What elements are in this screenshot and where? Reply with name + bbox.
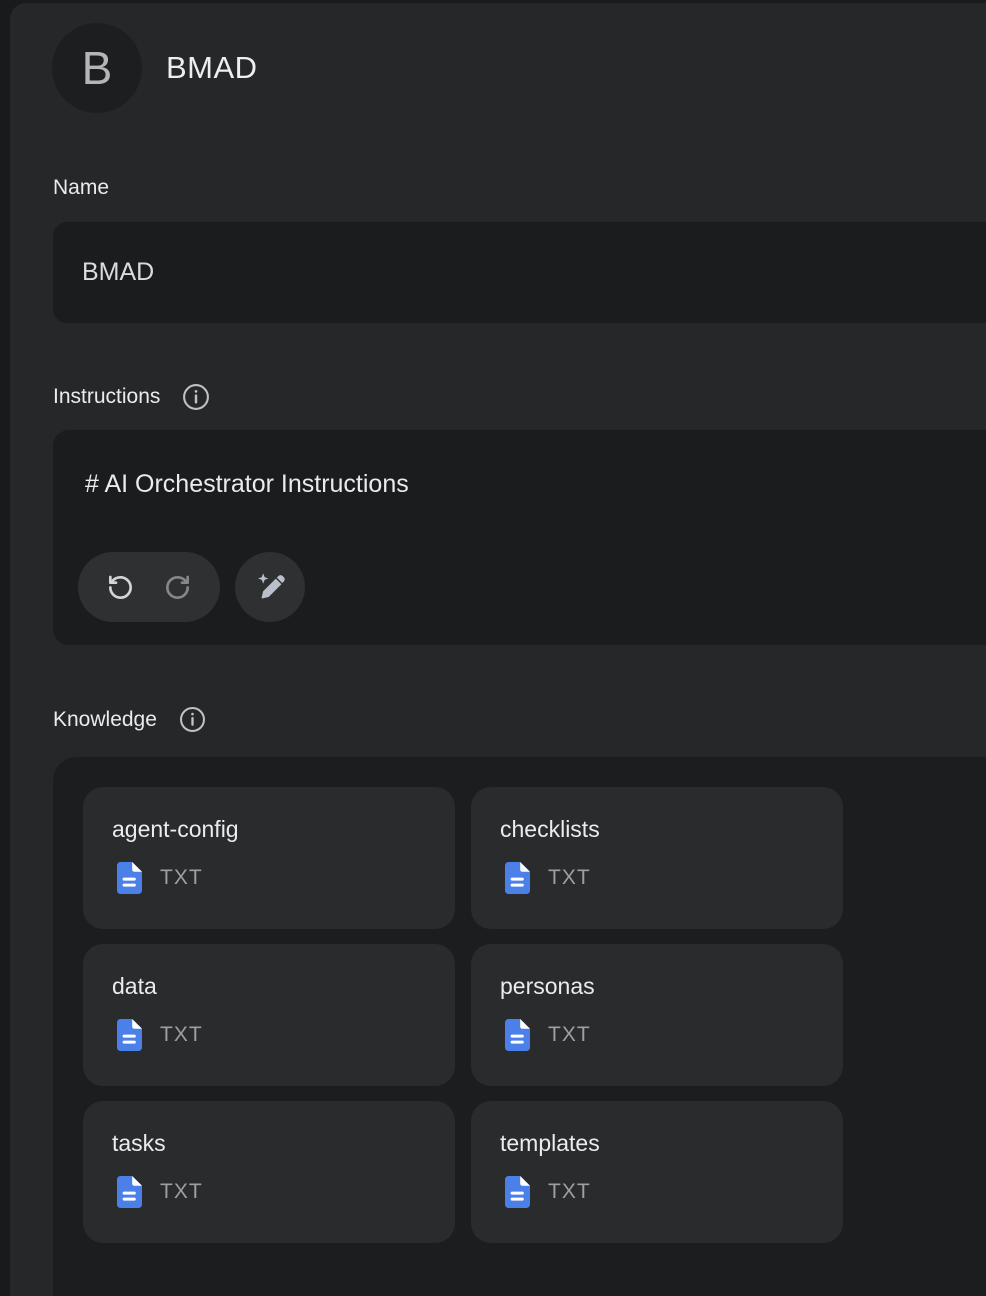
- file-card[interactable]: personas TXT: [471, 944, 843, 1086]
- file-name: templates: [500, 1130, 819, 1157]
- name-label-row: Name: [53, 176, 109, 200]
- file-name: agent-config: [112, 816, 431, 843]
- instructions-label-row: Instructions: [53, 383, 210, 411]
- txt-document-icon: [117, 1176, 142, 1208]
- redo-icon: [163, 573, 192, 602]
- name-input[interactable]: BMAD: [53, 222, 986, 323]
- info-icon[interactable]: [182, 383, 210, 411]
- undo-button[interactable]: [99, 565, 143, 609]
- instructions-textarea[interactable]: # AI Orchestrator Instructions: [53, 430, 986, 645]
- txt-document-icon: [505, 862, 530, 894]
- page-title: BMAD: [166, 50, 258, 86]
- avatar-letter: B: [82, 41, 113, 95]
- undo-icon: [106, 573, 135, 602]
- file-type-badge: TXT: [548, 1023, 591, 1047]
- txt-document-icon: [505, 1019, 530, 1051]
- file-type-badge: TXT: [548, 1180, 591, 1204]
- file-row: TXT: [505, 1019, 819, 1051]
- instructions-value: # AI Orchestrator Instructions: [85, 470, 409, 499]
- gem-header: B BMAD: [52, 23, 258, 113]
- file-name: personas: [500, 973, 819, 1000]
- gem-editor-panel: B BMAD Name BMAD Instructions # AI Orche…: [10, 3, 986, 1296]
- file-row: TXT: [117, 1019, 431, 1051]
- file-type-badge: TXT: [160, 1023, 203, 1047]
- name-input-value: BMAD: [82, 258, 154, 287]
- file-card[interactable]: agent-config TXT: [83, 787, 455, 929]
- file-card[interactable]: tasks TXT: [83, 1101, 455, 1243]
- knowledge-files-container: agent-config TXT checklists: [53, 757, 986, 1296]
- txt-document-icon: [117, 862, 142, 894]
- name-label: Name: [53, 176, 109, 200]
- magic-rewrite-icon: [253, 570, 287, 604]
- knowledge-label: Knowledge: [53, 708, 157, 732]
- magic-rewrite-button[interactable]: [235, 552, 305, 622]
- file-card[interactable]: templates TXT: [471, 1101, 843, 1243]
- file-name: checklists: [500, 816, 819, 843]
- knowledge-files-grid: agent-config TXT checklists: [83, 787, 986, 1243]
- file-row: TXT: [117, 862, 431, 894]
- file-card[interactable]: checklists TXT: [471, 787, 843, 929]
- txt-document-icon: [117, 1019, 142, 1051]
- file-name: data: [112, 973, 431, 1000]
- info-icon[interactable]: [179, 706, 206, 733]
- file-row: TXT: [117, 1176, 431, 1208]
- file-type-badge: TXT: [160, 1180, 203, 1204]
- file-card[interactable]: data TXT: [83, 944, 455, 1086]
- redo-button[interactable]: [156, 565, 200, 609]
- file-name: tasks: [112, 1130, 431, 1157]
- instructions-label: Instructions: [53, 385, 160, 409]
- file-type-badge: TXT: [160, 866, 203, 890]
- file-type-badge: TXT: [548, 866, 591, 890]
- txt-document-icon: [505, 1176, 530, 1208]
- file-row: TXT: [505, 1176, 819, 1208]
- undo-redo-pill: [78, 552, 220, 622]
- knowledge-label-row: Knowledge: [53, 706, 206, 733]
- file-row: TXT: [505, 862, 819, 894]
- avatar: B: [52, 23, 142, 113]
